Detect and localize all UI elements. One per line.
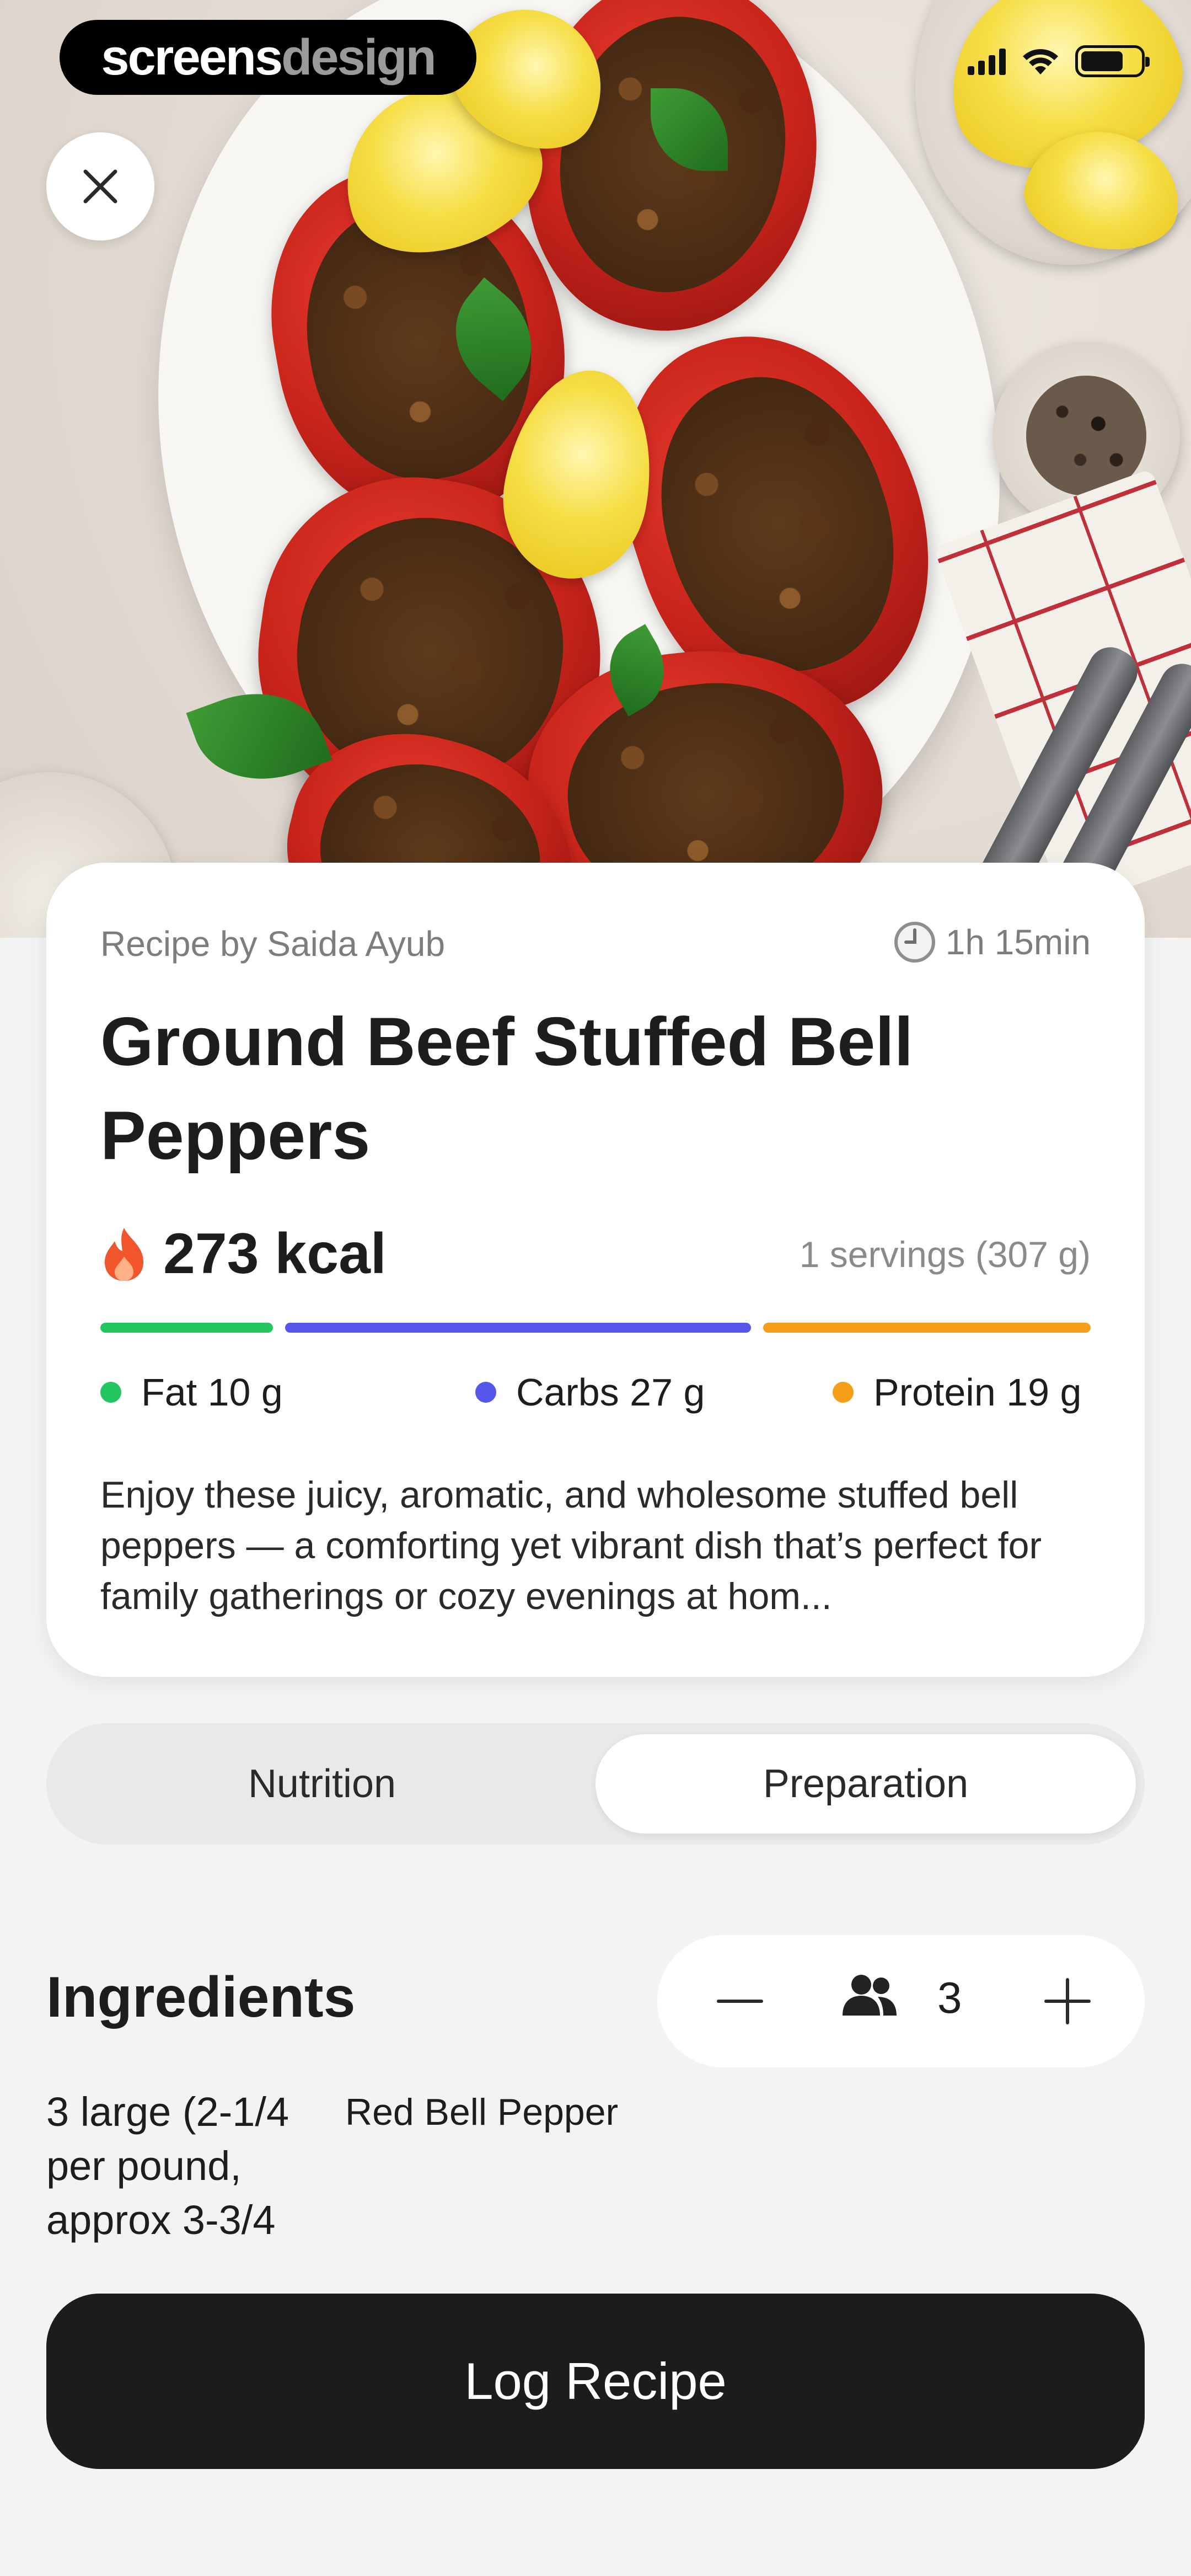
clock-icon — [894, 922, 935, 963]
minus-icon — [717, 2000, 763, 2003]
macro-protein: Protein 19 g — [833, 1370, 1081, 1414]
fat-dot — [100, 1382, 121, 1403]
log-recipe-button[interactable]: Log Recipe — [46, 2294, 1145, 2469]
increase-servings-button[interactable] — [1034, 1968, 1101, 2034]
close-button[interactable] — [46, 132, 154, 241]
recipe-description: Enjoy these juicy, aromatic, and wholeso… — [100, 1474, 1042, 1617]
status-icons — [968, 45, 1150, 77]
calorie-value: 273 kcal — [163, 1222, 387, 1286]
close-icon — [83, 169, 117, 204]
servings-stepper: 3 — [657, 1935, 1145, 2067]
macro-bar — [100, 1323, 1091, 1333]
macro-bar-carbs — [285, 1323, 751, 1333]
tab-nutrition[interactable]: Nutrition — [46, 1734, 598, 1834]
carbs-dot — [475, 1382, 496, 1403]
brand-text-1: screens — [101, 29, 283, 85]
ingredients-list: 3 large (2-1/4 per pound, approx 3-3/4 R… — [46, 2085, 1145, 2278]
cook-time-text: 1h 15min — [945, 922, 1091, 962]
recipe-title: Ground Beef Stuffed Bell Peppers — [100, 1004, 914, 1174]
calorie-row: 273 kcal — [100, 1221, 387, 1287]
ingredient-quantity: 3 large (2-1/4 per pound, approx 3-3/4 — [46, 2089, 289, 2243]
macro-carbs: Carbs 27 g — [475, 1370, 705, 1414]
wifi-icon — [1023, 49, 1058, 74]
tab-preparation[interactable]: Preparation — [596, 1734, 1136, 1834]
cook-time: 1h 15min — [893, 920, 1091, 964]
recipe-tabs: Nutrition Preparation — [46, 1723, 1145, 1845]
recipe-info-card: Recipe by Saida Ayub 1h 15min Ground Bee… — [46, 863, 1145, 1677]
macro-bar-protein — [763, 1323, 1091, 1333]
people-icon — [843, 1975, 897, 2016]
recipe-byline: Recipe by Saida Ayub — [100, 924, 446, 964]
servings-info: 1 servings (307 g) — [799, 1234, 1091, 1275]
ingredient-name: Red Bell Pepper — [345, 2091, 619, 2133]
recipe-hero-image — [0, 0, 1191, 938]
macro-protein-label: Protein 19 g — [873, 1371, 1082, 1414]
macro-fat-label: Fat 10 g — [141, 1371, 283, 1414]
macro-legend: Fat 10 g Carbs 27 g Protein 19 g — [100, 1370, 1091, 1420]
kitchen-towel — [933, 468, 1191, 911]
decrease-servings-button[interactable] — [707, 1968, 773, 2034]
protein-dot — [833, 1382, 854, 1403]
macro-fat: Fat 10 g — [100, 1370, 283, 1414]
brand-text-2: design — [281, 29, 436, 85]
brand-watermark: screens design — [60, 20, 476, 95]
ingredients-heading: Ingredients — [46, 1965, 356, 2029]
macro-carbs-label: Carbs 27 g — [516, 1371, 705, 1414]
battery-icon — [1075, 45, 1150, 77]
fire-icon — [105, 1227, 143, 1281]
cellular-signal-icon — [968, 47, 1006, 75]
macro-bar-fat — [100, 1323, 273, 1333]
servings-count: 3 — [937, 1973, 962, 2022]
plus-icon — [1044, 1978, 1091, 2024]
